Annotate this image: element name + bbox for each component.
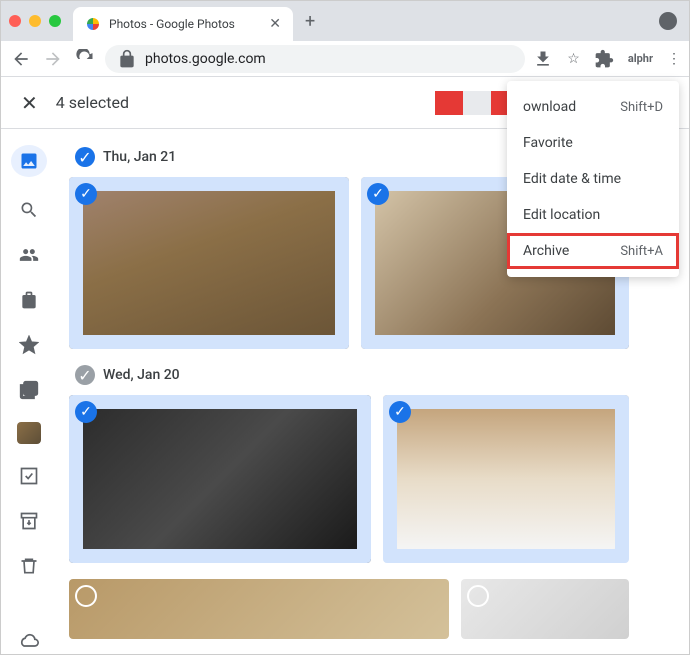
extension-label[interactable]: alphr	[628, 52, 653, 65]
photo-thumbnail[interactable]	[69, 579, 449, 639]
nav-print-store[interactable]	[15, 287, 43, 312]
selection-count: 4 selected	[56, 93, 129, 112]
lock-icon	[117, 49, 137, 69]
context-menu: ownloadShift+D Favorite Edit date & time…	[507, 81, 679, 277]
tab-close-icon[interactable]: ✕	[269, 16, 281, 32]
menu-item-download[interactable]: ownloadShift+D	[507, 89, 679, 125]
left-nav	[1, 129, 57, 654]
nav-photos[interactable]	[11, 145, 47, 177]
menu-item-edit-location[interactable]: Edit location	[507, 197, 679, 233]
url-input[interactable]: photos.google.com	[105, 45, 525, 73]
nav-sharing[interactable]	[15, 242, 43, 267]
url-text: photos.google.com	[145, 51, 266, 67]
browser-tab-strip: Photos - Google Photos ✕ +	[1, 1, 689, 41]
photo-check-icon[interactable]: ✓	[389, 401, 411, 423]
nav-utilities[interactable]	[15, 464, 43, 489]
photo-check-icon[interactable]: ✓	[75, 183, 97, 205]
photo-check-hollow-icon[interactable]	[467, 585, 489, 607]
menu-item-edit-date[interactable]: Edit date & time	[507, 161, 679, 197]
clear-selection-button[interactable]: ✕	[21, 91, 38, 115]
google-photos-icon	[85, 16, 101, 32]
new-tab-button[interactable]: +	[293, 11, 327, 32]
photo-thumbnail[interactable]: ✓	[69, 177, 349, 349]
nav-archive[interactable]	[15, 509, 43, 534]
minimize-window-button[interactable]	[29, 15, 41, 27]
browser-tab[interactable]: Photos - Google Photos ✕	[73, 7, 293, 41]
photo-thumbnail[interactable]	[461, 579, 629, 639]
nav-storage-icon[interactable]	[15, 629, 43, 654]
browser-menu-icon[interactable]: ⋮	[667, 51, 681, 67]
date-check-icon[interactable]: ✓	[75, 147, 95, 167]
nav-thumbnail[interactable]	[17, 422, 41, 443]
nav-albums[interactable]	[15, 377, 43, 402]
tab-title: Photos - Google Photos	[109, 17, 235, 31]
maximize-window-button[interactable]	[49, 15, 61, 27]
photo-check-icon[interactable]: ✓	[367, 183, 389, 205]
photo-thumbnail[interactable]: ✓	[383, 395, 629, 563]
date-label: Wed, Jan 20	[103, 367, 180, 383]
account-avatar-icon[interactable]	[659, 12, 677, 30]
photo-check-hollow-icon[interactable]	[75, 585, 97, 607]
nav-favorites[interactable]	[15, 332, 43, 357]
back-button[interactable]	[9, 47, 33, 71]
date-label: Thu, Jan 21	[103, 149, 176, 165]
photo-check-icon[interactable]: ✓	[75, 401, 97, 423]
address-bar: photos.google.com ☆ alphr ⋮	[1, 41, 689, 77]
close-window-button[interactable]	[9, 15, 21, 27]
menu-item-archive[interactable]: ArchiveShift+A	[507, 233, 679, 269]
install-app-icon[interactable]	[533, 49, 553, 69]
nav-trash[interactable]	[15, 554, 43, 579]
photo-thumbnail[interactable]: ✓	[69, 395, 371, 563]
extensions-icon[interactable]	[594, 49, 614, 69]
reload-button[interactable]	[73, 47, 97, 71]
date-check-icon[interactable]: ✓	[75, 365, 95, 385]
menu-item-favorite[interactable]: Favorite	[507, 125, 679, 161]
nav-search[interactable]	[15, 197, 43, 222]
window-controls	[9, 15, 61, 27]
date-header[interactable]: ✓ Wed, Jan 20	[75, 365, 677, 385]
bookmark-star-icon[interactable]: ☆	[567, 51, 580, 67]
forward-button[interactable]	[41, 47, 65, 71]
